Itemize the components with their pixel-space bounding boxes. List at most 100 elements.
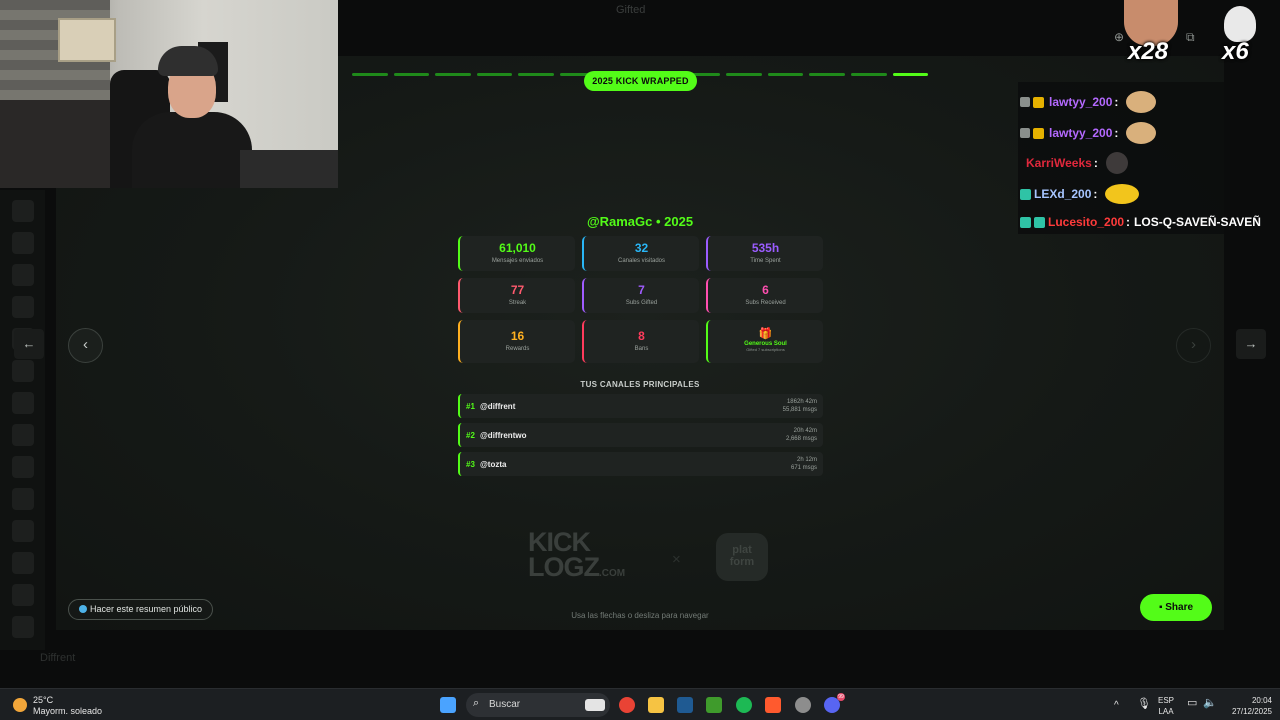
right-emote-count: x6 — [1222, 38, 1249, 65]
network-icon[interactable]: ▭ — [1187, 698, 1197, 709]
wrapped-pill: 2025 KICK WRAPPED — [584, 71, 697, 91]
channel-rank: #2 — [466, 431, 475, 440]
progress-segment — [892, 73, 929, 76]
stat-label: Bans — [634, 346, 649, 352]
chat-username[interactable]: Lucesito_200 — [1048, 215, 1124, 229]
prev-slide-button[interactable]: ‹ — [68, 328, 103, 363]
chat-message: lawtyy_200: — [1020, 122, 1157, 144]
weather-sun-icon[interactable] — [13, 698, 27, 712]
user-title: @RamaGc • 2025 — [586, 214, 694, 229]
zoom-icon[interactable]: ⊕ — [1114, 30, 1124, 44]
next-slide-button[interactable]: › — [1176, 328, 1211, 363]
progress-segment — [435, 73, 471, 76]
obs-icon[interactable] — [795, 697, 811, 713]
stat-value: 61,010 — [499, 241, 536, 255]
chat-username[interactable]: LEXd_200 — [1034, 187, 1091, 201]
clock[interactable]: 20:04 27/12/2025 — [1222, 695, 1272, 717]
kicklogz-logo: KICK LOGZ.COM — [528, 527, 626, 582]
channel-row[interactable]: #2 @diffrentwo 20h 42m 2,668 msgs — [458, 423, 823, 447]
microphone-icon[interactable]: 🎙 — [1137, 699, 1151, 710]
top-channels-list: #1 @diffrent 1862h 42m 55,881 msgs #2 @diffre… — [458, 394, 823, 481]
badge-icon — [1020, 188, 1031, 200]
channel-name: @tozta — [480, 460, 507, 469]
stats-grid: 61,010 Mensajes enviados 32 Canales visitad… — [458, 236, 823, 363]
navigation-hint: Usa las flechas o desliza para navegar — [571, 611, 709, 620]
stat-card: 61,010 Mensajes enviados — [458, 236, 575, 271]
tray-expand-icon[interactable]: ^ — [1114, 700, 1119, 711]
file-explorer-icon[interactable] — [648, 697, 664, 713]
sidebar-channel-list — [0, 190, 45, 650]
badge-icon — [1020, 216, 1031, 228]
volume-icon[interactable]: 🔈 — [1203, 698, 1217, 709]
channel-stats: 20h 42m 2,668 msgs — [785, 428, 817, 442]
progress-segment — [767, 73, 804, 76]
sub-badge-icon — [1033, 127, 1044, 139]
search-icon: ⌕ — [473, 697, 480, 709]
stat-card: 8 Bans — [582, 320, 699, 363]
window-title: Gifted — [616, 4, 646, 16]
discord-badge: 99 — [837, 693, 845, 701]
popout-icon[interactable]: ⧉ — [1186, 30, 1195, 45]
emote-duck — [1224, 6, 1256, 42]
channel-name: @diffrent — [480, 402, 516, 411]
stat-label: Subs Received — [745, 300, 786, 306]
stat-value: 77 — [510, 283, 525, 297]
chat-message: lawtyy_200: — [1020, 91, 1157, 113]
steam-icon[interactable] — [677, 697, 693, 713]
calendar-widget-icon[interactable] — [585, 699, 605, 711]
channel-name: @diffrentwo — [480, 431, 527, 440]
badge-icon — [1020, 97, 1030, 107]
chat-username[interactable]: KarriWeeks — [1026, 156, 1092, 170]
outer-next-arrow-icon[interactable]: → — [1236, 329, 1266, 359]
badge-icon — [1034, 216, 1045, 228]
progress-segment — [518, 73, 554, 76]
stat-value: 16 — [510, 329, 525, 343]
footer-user: Diffrent — [40, 652, 76, 664]
channel-stats: 1862h 42m 55,881 msgs — [782, 399, 817, 413]
channel-rank: #3 — [466, 460, 475, 469]
share-button[interactable]: ▪ Share — [1140, 594, 1212, 621]
gift-icon: 🎁 — [758, 328, 773, 340]
chat-message: KarriWeeks: — [1020, 152, 1128, 174]
channel-stats: 2h 12m 671 msgs — [790, 457, 817, 471]
start-icon[interactable] — [440, 697, 456, 713]
stat-value: 32 — [634, 241, 649, 255]
logo-separator: × — [672, 551, 681, 568]
channel-row[interactable]: #1 @diffrent 1862h 42m 55,881 msgs — [458, 394, 823, 418]
chat-message: Lucesito_200: LOS-Q-SAVEÑ-SAVEÑ — [1020, 211, 1261, 233]
stat-value: 8 — [638, 329, 645, 343]
stat-label: Time Spent — [750, 258, 781, 264]
globe-icon — [79, 605, 87, 613]
stat-label: Mensajes enviados — [491, 258, 544, 264]
language-indicator[interactable]: ESP LAA — [1158, 695, 1174, 717]
left-emote-count: x28 — [1128, 38, 1169, 65]
progress-segment — [726, 73, 762, 76]
channel-row[interactable]: #3 @tozta 2h 12m 671 msgs — [458, 452, 823, 476]
stat-label: Rewards — [505, 346, 530, 352]
progress-segment — [850, 73, 887, 76]
stat-label: Canales visitados — [617, 258, 666, 264]
emote-icon — [1105, 152, 1128, 174]
emote-icon — [1126, 91, 1157, 113]
make-public-button[interactable]: Hacer este resumen público — [68, 599, 214, 620]
minecraft-icon[interactable] — [706, 697, 722, 713]
stat-card: 535h Time Spent — [706, 236, 823, 271]
outer-prev-arrow-icon[interactable]: ← — [14, 329, 44, 359]
chat-username[interactable]: lawtyy_200 — [1049, 126, 1112, 140]
emote-icon — [1126, 122, 1157, 144]
emote-icon — [1105, 184, 1140, 204]
progress-segment — [352, 73, 388, 76]
chrome-icon[interactable] — [619, 697, 635, 713]
stat-value: 535h — [751, 241, 780, 255]
chat-text: LOS-Q-SAVEÑ-SAVEÑ — [1134, 215, 1261, 229]
channels-heading: TUS CANALES PRINCIPALES — [580, 380, 700, 389]
badge-icon — [1020, 128, 1030, 138]
weather-widget[interactable]: 25°C Mayorm. soleado — [33, 695, 102, 717]
spotify-icon[interactable] — [736, 697, 752, 713]
stat-label: Subs Gifted — [625, 300, 658, 306]
brave-icon[interactable] — [765, 697, 781, 713]
stat-card: 32 Canales visitados — [582, 236, 699, 271]
stat-card: 7 Subs Gifted — [582, 278, 699, 313]
stat-label: Streak — [508, 300, 527, 306]
chat-username[interactable]: lawtyy_200 — [1049, 95, 1112, 109]
